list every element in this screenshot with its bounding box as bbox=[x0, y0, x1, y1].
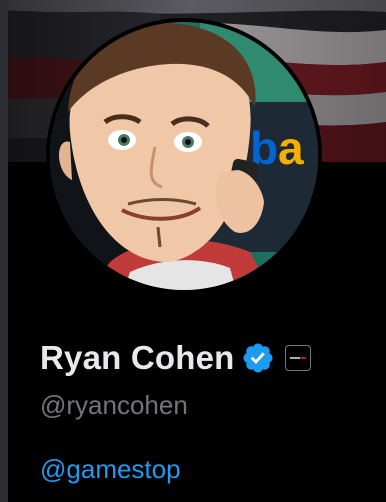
avatar-image: e b a bbox=[50, 22, 318, 290]
display-name: Ryan Cohen bbox=[40, 339, 235, 376]
left-edge bbox=[0, 0, 8, 502]
verified-badge-icon[interactable] bbox=[241, 341, 275, 375]
avatar[interactable]: e b a bbox=[46, 18, 322, 294]
gamestop-affiliate-icon[interactable] bbox=[284, 345, 311, 371]
name-row: Ryan Cohen bbox=[40, 336, 311, 380]
sign-letter-a: a bbox=[278, 122, 304, 174]
bio-mention-link[interactable]: @gamestop bbox=[40, 454, 181, 485]
username-handle: @ryancohen bbox=[40, 390, 188, 420]
